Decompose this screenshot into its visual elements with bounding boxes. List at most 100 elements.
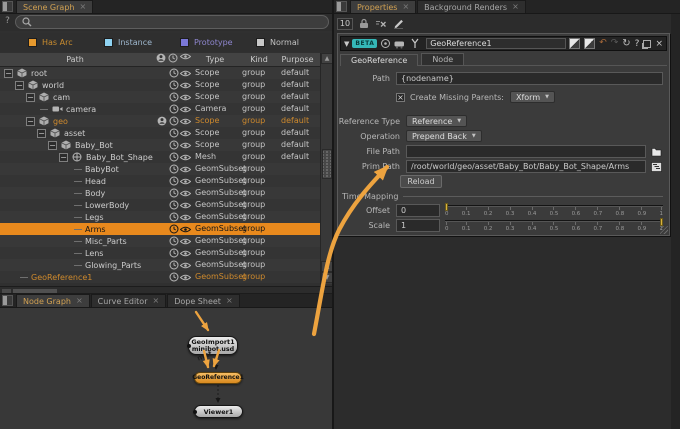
reference-type-dropdown[interactable]: Reference ▼ — [406, 115, 468, 127]
eye-icon[interactable] — [180, 68, 191, 78]
clock-icon[interactable] — [168, 272, 179, 282]
clock-icon[interactable] — [168, 236, 179, 246]
parameter-tab-georeference[interactable]: GeoReference — [340, 54, 419, 66]
scale-timeline-slider[interactable]: 00.10.20.30.40.50.60.70.80.91 — [445, 218, 663, 232]
help-icon[interactable]: ? — [635, 39, 640, 49]
node-geoimport1[interactable]: GeoImport1 minibot.usd — [187, 336, 238, 355]
eye-icon[interactable] — [180, 164, 191, 174]
tree-row-head[interactable]: Head GeomSubset group — [0, 175, 320, 187]
slider-handle[interactable] — [445, 203, 448, 211]
eye-icon[interactable] — [180, 224, 191, 234]
clock-icon[interactable] — [168, 248, 179, 258]
clock-icon[interactable] — [168, 260, 179, 270]
clock-icon[interactable] — [168, 104, 179, 114]
search-input[interactable] — [15, 15, 329, 29]
expander-icon[interactable]: − — [48, 140, 57, 150]
expander-icon[interactable]: − — [37, 128, 46, 138]
tree-row-georeference1[interactable]: GeoReference1 GeomSubset group — [0, 271, 320, 283]
tree-row-world[interactable]: − world Scope group default — [0, 79, 320, 91]
eye-icon[interactable] — [180, 248, 191, 258]
expander-icon[interactable]: − — [59, 152, 68, 162]
scenegraph-picker-icon[interactable] — [649, 160, 663, 173]
tree-row-camera[interactable]: camera Camera group default — [0, 103, 320, 115]
crosshair-icon[interactable] — [380, 38, 391, 50]
close-icon[interactable]: × — [79, 3, 86, 11]
panel-menu-icon[interactable] — [2, 295, 13, 306]
undo-icon[interactable]: ↶ — [599, 39, 607, 48]
redo-icon[interactable]: ↷ — [611, 39, 619, 48]
close-icon[interactable]: × — [76, 297, 83, 305]
create-missing-parents-checkbox[interactable]: × — [396, 92, 405, 102]
edit-flag-icon[interactable] — [569, 38, 581, 49]
scale-field[interactable]: 1 — [396, 218, 440, 232]
close-icon[interactable]: × — [512, 3, 519, 11]
tree-row-root[interactable]: − root Scope group default — [0, 67, 320, 79]
parameter-tab-node[interactable]: Node — [421, 53, 465, 65]
node-name-field[interactable]: GeoReference1 — [426, 38, 567, 49]
eye-icon[interactable] — [180, 152, 191, 162]
clock-icon[interactable] — [168, 152, 179, 162]
prim-path-field[interactable]: /root/world/geo/asset/Baby_Bot/Baby_Bot_… — [406, 160, 646, 173]
clock-icon[interactable] — [168, 68, 179, 78]
eye-icon[interactable] — [180, 128, 191, 138]
eye-icon[interactable] — [180, 92, 191, 102]
panel-menu-icon[interactable] — [2, 1, 13, 12]
create-missing-parents-dropdown[interactable]: Xform ▼ — [509, 91, 555, 103]
right-tab-properties[interactable]: Properties × — [350, 0, 417, 13]
eye-icon[interactable] — [180, 80, 191, 90]
clock-icon[interactable] — [168, 116, 179, 126]
file-path-field[interactable] — [406, 145, 646, 158]
clock-icon[interactable] — [168, 224, 179, 234]
tree-row-babybot[interactable]: BabyBot GeomSubset group — [0, 163, 320, 175]
reload-button[interactable]: Reload — [400, 175, 442, 188]
input-port[interactable] — [187, 343, 191, 348]
node-badge-icon[interactable] — [394, 38, 406, 50]
node-graph-canvas[interactable]: GeoImport1 minibot.usd mat GeoReference1… — [0, 308, 332, 429]
offset-field[interactable]: 0 — [396, 203, 440, 217]
tree-row-lowerbody[interactable]: LowerBody GeomSubset group — [0, 199, 320, 211]
tree-scrollbar[interactable]: ▲ ▲ ▼ — [320, 53, 333, 284]
tree-row-body[interactable]: Body GeomSubset group — [0, 187, 320, 199]
eye-icon[interactable] — [180, 212, 191, 222]
refresh-icon[interactable]: ↻ — [622, 39, 630, 49]
splitter-handle[interactable] — [2, 289, 11, 293]
bottom-tab-curve-editor[interactable]: Curve Editor × — [90, 294, 167, 307]
node-viewer1[interactable]: Viewer1 — [193, 405, 243, 418]
tree-row-arms[interactable]: Arms GeomSubset group — [0, 223, 320, 235]
clock-icon[interactable] — [168, 92, 179, 102]
close-icon[interactable]: × — [153, 297, 160, 305]
scroll-thumb[interactable] — [322, 149, 332, 179]
tree-row-legs[interactable]: Legs GeomSubset group — [0, 211, 320, 223]
bottom-tab-dope-sheet[interactable]: Dope Sheet × — [167, 294, 240, 307]
eye-icon[interactable] — [180, 236, 191, 246]
lock-icon[interactable] — [359, 18, 369, 29]
folder-icon[interactable] — [649, 145, 663, 158]
wire-y-icon[interactable] — [409, 38, 420, 50]
input-port[interactable] — [193, 409, 197, 414]
tree-row-lens[interactable]: Lens GeomSubset group — [0, 247, 320, 259]
clock-icon[interactable] — [168, 164, 179, 174]
clear-parameters-icon[interactable] — [375, 19, 387, 29]
clock-icon[interactable] — [168, 80, 179, 90]
clock-icon[interactable] — [168, 188, 179, 198]
help-button[interactable]: ? — [2, 16, 13, 29]
offset-timeline-slider[interactable]: 0 0.1 0.2 0.3 0.4 0.5 0.6 0.7 0.8 0.9 1 — [445, 203, 663, 217]
operation-dropdown[interactable]: Prepend Back ▼ — [406, 130, 482, 142]
eye-icon[interactable] — [180, 200, 191, 210]
collapse-arrow-icon[interactable]: ▼ — [344, 40, 349, 48]
clock-icon[interactable] — [168, 200, 179, 210]
tree-row-asset[interactable]: − asset Scope group default — [0, 127, 320, 139]
tree-row-misc_parts[interactable]: Misc_Parts GeomSubset group — [0, 235, 320, 247]
path-field[interactable]: {nodename} — [396, 72, 663, 85]
close-icon[interactable]: × — [402, 3, 409, 11]
expander-icon[interactable]: − — [26, 92, 35, 102]
tree-row-glowing_parts[interactable]: Glowing_Parts GeomSubset group — [0, 259, 320, 271]
detach-window-icon[interactable] — [643, 39, 652, 48]
tree-row-cam[interactable]: − cam Scope group default — [0, 91, 320, 103]
slider-handle[interactable] — [660, 218, 663, 226]
tree-row-baby_bot[interactable]: − Baby_Bot Scope group default — [0, 139, 320, 151]
expander-icon[interactable]: − — [15, 80, 24, 90]
eye-icon[interactable] — [180, 116, 191, 126]
eye-icon[interactable] — [180, 272, 191, 282]
expander-icon[interactable]: − — [4, 68, 13, 78]
